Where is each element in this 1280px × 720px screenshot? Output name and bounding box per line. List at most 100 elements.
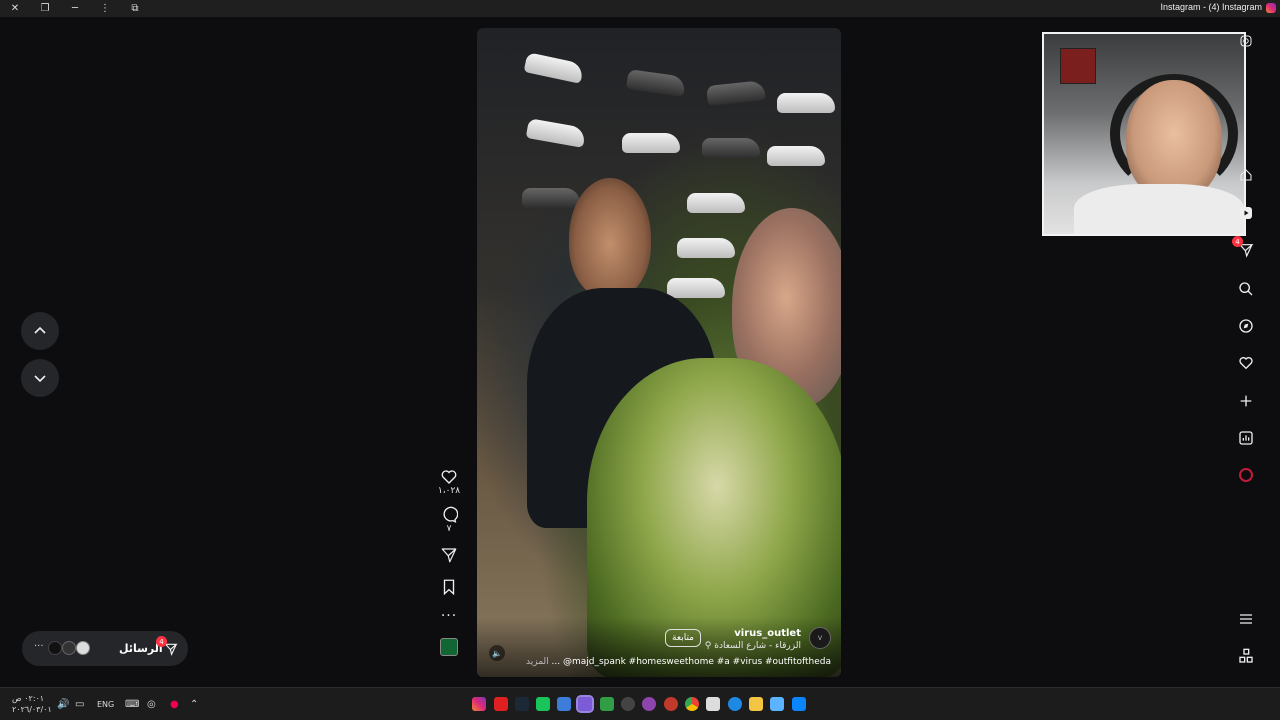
notification-badge: 4 bbox=[1232, 236, 1243, 247]
volume-icon[interactable]: 🔊 bbox=[57, 699, 69, 710]
network-icon[interactable]: ▭ bbox=[75, 699, 84, 710]
messages-bar[interactable]: ··· الرسائل 4 bbox=[22, 631, 188, 666]
reels-icon bbox=[1240, 207, 1252, 219]
chevron-up-icon[interactable]: ⌃ bbox=[190, 699, 198, 710]
language-indicator[interactable]: ENG bbox=[97, 700, 114, 709]
plus-icon bbox=[1240, 395, 1252, 407]
post-caption[interactable]: المزيد ... @majd_spank #homesweethome #a… bbox=[526, 657, 831, 667]
share-button[interactable] bbox=[440, 546, 458, 564]
chrome-app-icon[interactable] bbox=[685, 697, 699, 711]
shoe-image bbox=[777, 93, 835, 113]
shoe-image bbox=[677, 238, 735, 258]
minimize-icon[interactable]: ─ bbox=[60, 0, 90, 17]
instagram-icon bbox=[1240, 35, 1252, 47]
location-pin-icon: ⚲ bbox=[704, 641, 715, 651]
extension-icon[interactable]: ⧉ bbox=[120, 0, 150, 17]
steam-app-icon[interactable] bbox=[515, 697, 529, 711]
like-count: ١،٠٢٨ bbox=[437, 486, 461, 496]
hamburger-icon bbox=[1240, 614, 1252, 624]
instagram-app-icon[interactable] bbox=[472, 697, 486, 711]
chevron-up-icon bbox=[34, 326, 46, 334]
play-app-icon[interactable] bbox=[600, 697, 614, 711]
comment-icon bbox=[443, 506, 458, 523]
shoe-image bbox=[667, 278, 725, 298]
mute-button[interactable]: 🔈 bbox=[489, 645, 505, 661]
close-icon[interactable]: ✕ bbox=[0, 0, 30, 17]
shoe-image bbox=[622, 133, 680, 153]
explore-nav-icon[interactable] bbox=[1235, 315, 1257, 337]
dashboard-nav-icon[interactable] bbox=[1235, 427, 1257, 449]
previous-reel-button[interactable] bbox=[21, 312, 59, 350]
microphone-icon[interactable]: ● bbox=[170, 699, 179, 710]
instagram-logo-icon bbox=[1266, 3, 1276, 13]
windows-start-icon[interactable] bbox=[792, 697, 806, 711]
more-vertical-icon[interactable]: ⋮ bbox=[90, 0, 120, 17]
streamer-shirt bbox=[1074, 184, 1244, 234]
follow-button[interactable]: متابعة bbox=[665, 629, 701, 647]
search-nav-icon[interactable] bbox=[1235, 278, 1257, 300]
menu-nav-icon[interactable] bbox=[1235, 608, 1257, 630]
contact-avatar bbox=[62, 641, 76, 655]
shoe-image bbox=[625, 69, 687, 97]
account-username[interactable]: virus_outlet bbox=[734, 628, 801, 639]
home-nav-icon[interactable] bbox=[1235, 164, 1257, 186]
main-stage: ١،٠٢٨ ٧ ··· V virus_outlet ⚲ الزرقاء - ش… bbox=[0, 17, 1280, 687]
account-avatar[interactable]: V bbox=[809, 627, 831, 649]
search-icon bbox=[1239, 282, 1253, 296]
comment-count: ٧ bbox=[446, 524, 452, 534]
poster-image bbox=[1060, 48, 1096, 84]
shoe-image bbox=[525, 118, 587, 148]
right-nav-rail: 4 bbox=[1232, 32, 1260, 672]
weather-app-icon[interactable] bbox=[770, 697, 784, 711]
chart-icon bbox=[1239, 431, 1253, 445]
keyboard-icon[interactable]: ⌨ bbox=[125, 699, 139, 710]
reels-nav-icon[interactable] bbox=[1235, 202, 1257, 224]
person-left-face bbox=[569, 178, 651, 298]
reel-video[interactable]: V virus_outlet ⚲ الزرقاء - شارع السعادة … bbox=[477, 28, 841, 677]
window-title: Instagram - (4) Instagram bbox=[1160, 2, 1262, 12]
chevron-down-icon bbox=[34, 375, 46, 383]
more-options-button[interactable]: ··· bbox=[441, 608, 457, 624]
shoe-image bbox=[702, 138, 760, 158]
kick-app-icon[interactable] bbox=[536, 697, 550, 711]
comment-button[interactable]: ٧ bbox=[440, 506, 458, 534]
contact-avatar bbox=[76, 641, 90, 655]
like-button[interactable]: ١،٠٢٨ bbox=[438, 468, 460, 496]
caption-text: @majd_spank #homesweethome #a #virus #ou… bbox=[562, 657, 831, 667]
heart-icon bbox=[441, 470, 457, 484]
clock-date[interactable]: ٢٠٢٦/٠٣/٠١ bbox=[12, 705, 52, 714]
next-reel-button[interactable] bbox=[21, 359, 59, 397]
discord-app-icon[interactable] bbox=[576, 695, 594, 713]
profile-avatar bbox=[1239, 468, 1253, 482]
shoe-image bbox=[767, 146, 825, 166]
messages-nav-icon[interactable]: 4 bbox=[1232, 236, 1257, 261]
notepad-app-icon[interactable] bbox=[706, 697, 720, 711]
profile-nav-icon[interactable] bbox=[1235, 464, 1257, 486]
audio-cover-icon bbox=[440, 638, 458, 656]
youtube-app-icon[interactable] bbox=[494, 697, 508, 711]
audio-thumbnail[interactable] bbox=[440, 638, 458, 656]
instagram-nav-icon[interactable] bbox=[1235, 30, 1257, 52]
clock-app-icon[interactable] bbox=[621, 697, 635, 711]
reel-actions: ١،٠٢٨ ٧ ··· bbox=[436, 468, 462, 656]
obs-app-icon[interactable] bbox=[642, 697, 656, 711]
restore-icon[interactable]: ❐ bbox=[30, 0, 60, 17]
shoe-image bbox=[706, 80, 766, 106]
file-explorer-app-icon[interactable] bbox=[749, 697, 763, 711]
webcam-overlay bbox=[1042, 32, 1246, 236]
save-button[interactable] bbox=[440, 578, 458, 596]
messages-badge: 4 bbox=[156, 636, 167, 647]
clock-time[interactable]: ٠٢:٠١ ص bbox=[12, 694, 44, 703]
post-location[interactable]: ⚲ الزرقاء - شارع السعادة bbox=[705, 641, 801, 651]
notifications-nav-icon[interactable] bbox=[1235, 352, 1257, 374]
taskbar: ٠٢:٠١ ص ٢٠٢٦/٠٣/٠١ 🔊 ▭ ENG ⌨ ◎ ● ⌃ bbox=[0, 687, 1280, 720]
edge-app-icon[interactable] bbox=[728, 697, 742, 711]
app-tray-icon[interactable]: ◎ bbox=[147, 699, 156, 710]
record-app-icon[interactable] bbox=[664, 697, 678, 711]
create-nav-icon[interactable] bbox=[1235, 390, 1257, 412]
caption-more-link[interactable]: المزيد bbox=[526, 657, 549, 667]
photos-app-icon[interactable] bbox=[557, 697, 571, 711]
contact-avatar bbox=[48, 641, 62, 655]
more-horizontal-icon: ··· bbox=[34, 641, 44, 652]
more-apps-nav-icon[interactable] bbox=[1235, 645, 1257, 667]
